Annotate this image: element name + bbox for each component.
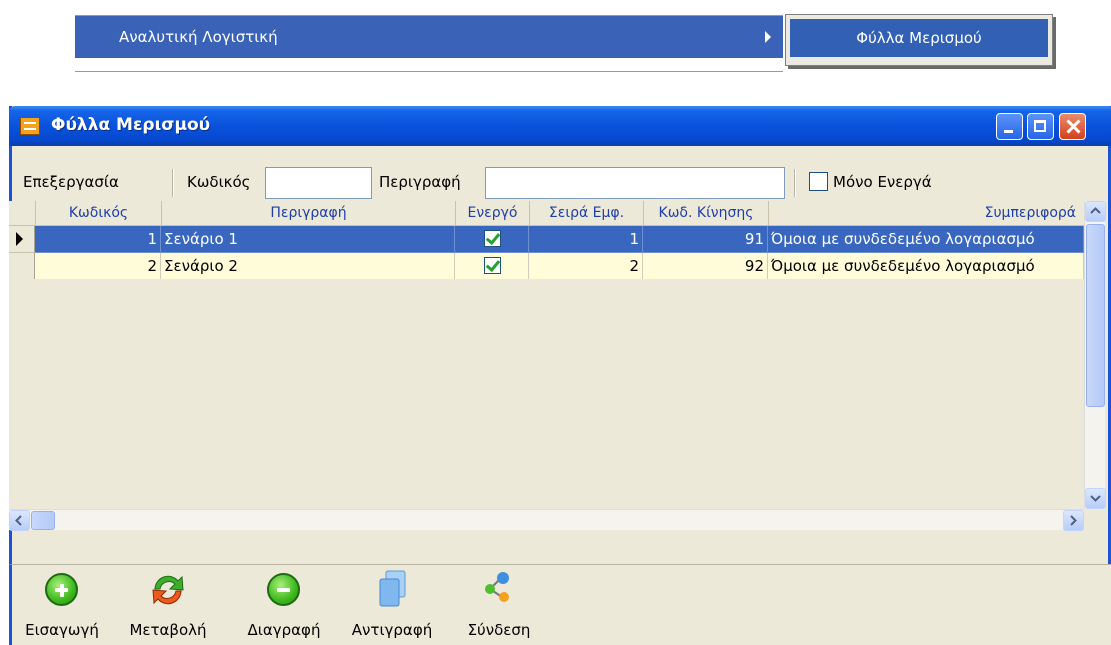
edit-menu[interactable]: Επεξεργασία: [23, 173, 119, 191]
filter-toolbar: Επεξεργασία Κωδικός Περιγραφή Μόνο Ενεργ…: [12, 166, 1108, 200]
current-row-arrow-icon: [16, 232, 23, 246]
delete-label: Διαγραφή: [247, 621, 321, 639]
chevron-up-icon: [1090, 207, 1101, 214]
column-header-description[interactable]: Περιγραφή: [161, 201, 455, 225]
chevron-down-icon: [1090, 495, 1101, 502]
column-header-display-order[interactable]: Σειρά Εμφ.: [529, 201, 643, 225]
submenu-item-allocation-sheets[interactable]: Φύλλα Μερισμού: [790, 19, 1048, 57]
cell-active[interactable]: [455, 253, 529, 280]
title-bar[interactable]: Φύλλα Μερισμού: [9, 106, 1111, 146]
insert-label: Εισαγωγή: [25, 621, 99, 639]
scroll-down-button[interactable]: [1085, 488, 1106, 509]
maximize-button[interactable]: [1027, 113, 1054, 140]
edit-label: Μεταβολή: [129, 621, 207, 639]
cell-movement-code[interactable]: 92: [643, 253, 768, 280]
code-input[interactable]: [265, 167, 372, 199]
copy-label: Αντιγραφή: [351, 621, 433, 639]
close-button[interactable]: [1059, 113, 1086, 140]
description-label: Περιγραφή: [379, 173, 461, 191]
chevron-right-icon: [1070, 515, 1077, 526]
horizontal-scrollbar[interactable]: [9, 509, 1084, 531]
scrollbar-corner: [1084, 509, 1105, 530]
link-label: Σύνδεση: [467, 621, 531, 639]
submenu: Φύλλα Μερισμού: [785, 14, 1053, 66]
description-input[interactable]: [485, 167, 785, 199]
copy-icon: [379, 570, 406, 607]
plus-circle-icon: [45, 573, 78, 606]
toolbar-separator: [172, 169, 174, 197]
cell-behavior[interactable]: Όμοια με συνδεδεμένο λογαριασμό: [768, 253, 1084, 280]
row-indicator: [9, 253, 35, 280]
active-checkbox[interactable]: [484, 257, 501, 274]
app-icon: [20, 117, 40, 135]
column-header-behavior[interactable]: Συμπεριφορά: [768, 201, 1080, 225]
minimize-button[interactable]: [996, 113, 1023, 140]
header-indicator-cell: [9, 201, 35, 225]
toolbar-separator: [794, 169, 796, 197]
cell-active[interactable]: [455, 226, 529, 253]
allocation-sheets-grid: Κωδικός Περιγραφή Ενεργό Σειρά Εμφ. Κωδ.…: [9, 201, 1106, 531]
column-header-active[interactable]: Ενεργό: [455, 201, 529, 225]
grid-empty-area: [9, 279, 1084, 509]
scroll-right-button[interactable]: [1063, 510, 1084, 531]
refresh-icon: [152, 575, 184, 605]
link-nodes-icon: [485, 572, 509, 602]
row-indicator: [9, 226, 35, 253]
table-row[interactable]: 1 Σενάριο 1 1 91 Όμοια με συνδεδεμένο λο…: [9, 226, 1084, 253]
cell-display-order[interactable]: 2: [529, 253, 643, 280]
vertical-scroll-thumb[interactable]: [1086, 224, 1105, 407]
action-bar: Εισαγωγή Μεταβολή Διαγραφή Αντιγραφή Σύν…: [9, 564, 1111, 645]
table-row[interactable]: 2 Σενάριο 2 2 92 Όμοια με συνδεδεμένο λο…: [9, 253, 1084, 280]
minus-circle-icon: [267, 573, 300, 606]
active-only-label: Μόνο Ενεργά: [833, 173, 932, 191]
context-menu: Αναλυτική Λογιστική Φύλλα Μερισμού: [75, 14, 1060, 72]
menu-item-label: Αναλυτική Λογιστική: [119, 28, 278, 46]
code-label: Κωδικός: [187, 173, 251, 191]
vertical-scrollbar[interactable]: [1084, 201, 1106, 509]
horizontal-scroll-thumb[interactable]: [31, 511, 55, 530]
cell-movement-code[interactable]: 91: [643, 226, 768, 253]
menu-bottom-divider: [75, 71, 783, 72]
scroll-left-button[interactable]: [9, 510, 30, 531]
column-header-code[interactable]: Κωδικός: [35, 201, 161, 225]
active-only-checkbox[interactable]: [809, 172, 828, 191]
active-checkbox[interactable]: [484, 230, 501, 247]
submenu-arrow-icon: [765, 31, 771, 43]
cell-description[interactable]: Σενάριο 2: [161, 253, 455, 280]
cell-code[interactable]: 2: [35, 253, 161, 280]
cell-display-order[interactable]: 1: [529, 226, 643, 253]
cell-behavior[interactable]: Όμοια με συνδεδεμένο λογαριασμό: [768, 226, 1084, 253]
window-title: Φύλλα Μερισμού: [51, 115, 211, 135]
menu-item-analytical-accounting[interactable]: Αναλυτική Λογιστική: [75, 16, 783, 58]
cell-code[interactable]: 1: [35, 226, 161, 253]
cell-description[interactable]: Σενάριο 1: [161, 226, 455, 253]
scroll-up-button[interactable]: [1085, 201, 1106, 222]
chevron-left-icon: [15, 515, 22, 526]
grid-header: Κωδικός Περιγραφή Ενεργό Σειρά Εμφ. Κωδ.…: [9, 201, 1084, 226]
column-header-movement-code[interactable]: Κωδ. Κίνησης: [643, 201, 768, 225]
